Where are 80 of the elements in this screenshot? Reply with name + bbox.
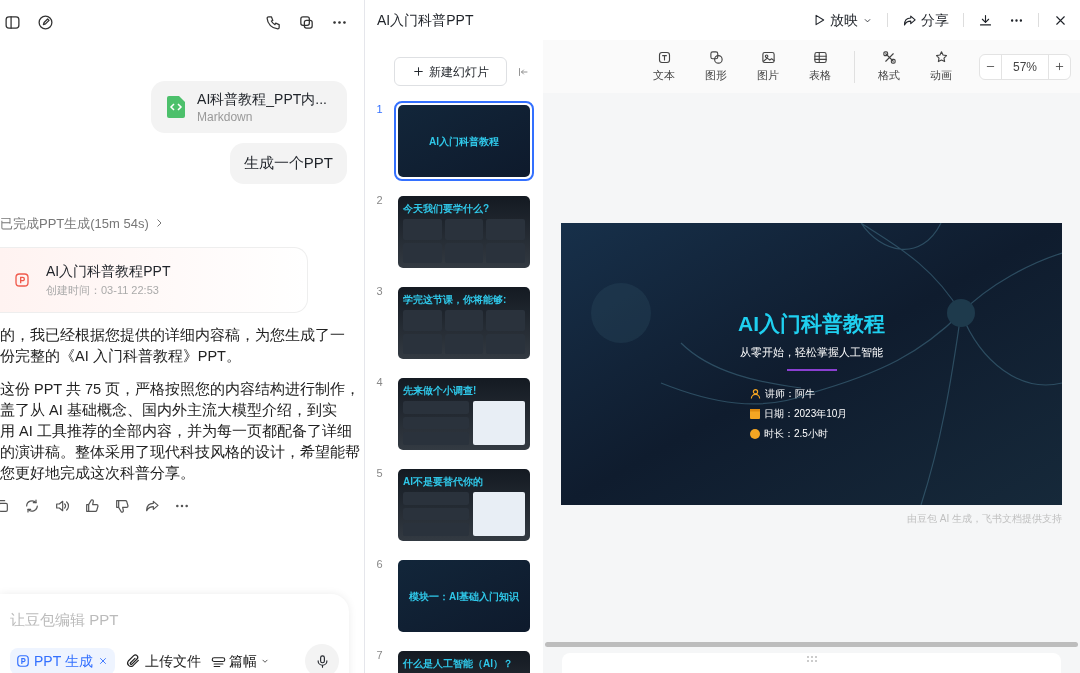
slide-info-text: 日期：2023年10月 xyxy=(764,407,848,421)
code-file-icon xyxy=(167,96,186,118)
download-icon[interactable] xyxy=(978,12,993,28)
calendar-icon xyxy=(750,408,760,419)
file-type: Markdown xyxy=(197,109,254,125)
sidebar-icon[interactable] xyxy=(4,14,21,31)
toolbar-button[interactable]: 图形 xyxy=(690,49,742,84)
message-input[interactable]: 让豆包编辑 PPT xyxy=(10,609,339,632)
microphone-button[interactable] xyxy=(305,644,339,673)
sparkle-star-icon xyxy=(933,49,949,65)
slide-thumbnail[interactable]: AI入门科普教程 xyxy=(394,101,534,181)
slide-info-text: 时长：2.5小时 xyxy=(764,427,828,441)
slide-number: 1 xyxy=(375,102,384,117)
slide-title: 今天我们要学什么? xyxy=(403,202,491,216)
speaker-icon[interactable] xyxy=(54,498,70,514)
ppt-file-name: AI入门科普教程PPT xyxy=(46,262,171,282)
new-slide-button[interactable]: 新建幻灯片 xyxy=(394,57,507,86)
share-button[interactable]: 分享 xyxy=(902,9,949,31)
format-icon xyxy=(881,49,897,65)
window-icon[interactable] xyxy=(298,14,315,31)
status-text: 已完成PPT生成(15m 54s) xyxy=(0,214,149,233)
title-underline xyxy=(786,369,837,371)
clock-icon xyxy=(750,428,760,439)
ppt-mode-chip[interactable]: PPT 生成 xyxy=(10,647,115,673)
toolbar-button[interactable]: 表格 xyxy=(794,49,846,84)
toolbar-button[interactable]: 动画 xyxy=(915,49,967,84)
table-icon xyxy=(812,49,828,65)
created-time: 创建时间：03-11 22:53 xyxy=(46,283,160,299)
paperclip-icon xyxy=(124,653,141,669)
thumbs-up-icon[interactable] xyxy=(84,498,100,514)
phone-icon[interactable] xyxy=(265,14,282,31)
file-attachment[interactable]: AI科普教程_PPT内... Markdown xyxy=(151,81,347,133)
document-title: AI入门科普PPT xyxy=(377,10,474,30)
reply-paragraph: 这份 PPT 共 75 页，严格按照您的内容结构进行制作， 盖了从 AI 基础概念、国内外主流大模型介绍，到实 用 AI 工具推荐的全部内容，并为每一页都配备了详细 的演讲稿。整体采用了现代科技风格的设计，希望能帮 您更好地完成这次科普分享。 xyxy=(0,380,362,483)
slide-title: AI不是要替代你的 xyxy=(403,475,484,489)
shapes-icon xyxy=(708,49,724,65)
file-name: AI科普教程_PPT内... xyxy=(197,90,327,109)
refresh-icon[interactable] xyxy=(24,498,40,514)
user-message: 生成一个PPT xyxy=(229,143,347,184)
illustration-placeholder xyxy=(473,492,525,536)
drag-handle-icon[interactable] xyxy=(805,656,818,662)
share-icon[interactable] xyxy=(144,498,160,514)
slide-title: 什么是人工智能（AI）？ xyxy=(403,657,514,671)
slide-number: 4 xyxy=(375,375,384,390)
slide-number: 7 xyxy=(375,648,384,663)
slide-number: 3 xyxy=(375,284,384,299)
text-box-icon xyxy=(656,49,672,65)
toolbar-button[interactable]: 文本 xyxy=(638,49,690,84)
image-icon xyxy=(760,49,776,65)
slide-info-text: 讲师：阿牛 xyxy=(765,387,815,401)
toolbar-button[interactable]: 图片 xyxy=(742,49,794,84)
slide-title: 先来做个小调查! xyxy=(403,384,478,398)
plus-icon xyxy=(1054,61,1065,72)
slide-number: 6 xyxy=(375,557,384,572)
plus-icon xyxy=(412,65,425,78)
upload-file-button[interactable]: 上传文件 xyxy=(124,650,201,672)
thumbs-down-icon[interactable] xyxy=(114,498,130,514)
horizontal-scrollbar[interactable] xyxy=(545,642,1078,647)
chip-label: PPT 生成 xyxy=(34,651,93,671)
reply-paragraph: 的，我已经根据您提供的详细内容稿，为您生成了一 份完整的《AI 入门科普教程》PPT。 xyxy=(0,326,346,366)
presentation-file-icon xyxy=(14,272,30,288)
toolbar-button[interactable]: 格式 xyxy=(863,49,915,84)
illustration-placeholder xyxy=(473,401,525,445)
slide-number: 5 xyxy=(375,466,384,481)
person-icon xyxy=(750,388,761,399)
slide-subtitle: 从零开始，轻松掌握人工智能 xyxy=(740,344,883,360)
slide-title: AI入门科普教程 xyxy=(738,311,885,337)
presentation-file-icon xyxy=(16,654,30,668)
play-icon xyxy=(812,13,826,27)
slide-title: 学完这节课，你将能够: xyxy=(403,293,508,307)
slide-title: AI入门科普教程 xyxy=(429,134,499,149)
play-button[interactable]: 放映 xyxy=(812,9,873,31)
slide-number: 2 xyxy=(375,193,384,208)
slide-title: 模块一：AI基础入门知识 xyxy=(409,589,519,604)
collapse-panel-icon[interactable] xyxy=(517,65,529,78)
new-chat-icon[interactable] xyxy=(37,14,54,31)
ppt-file-card[interactable]: AI入门科普教程PPT 创建时间：03-11 22:53 xyxy=(0,247,308,313)
generation-status[interactable]: 已完成PPT生成(15m 54s) xyxy=(0,213,364,233)
zoom-level: 57% xyxy=(1012,58,1038,76)
length-dropdown[interactable]: 篇幅 xyxy=(210,650,270,672)
